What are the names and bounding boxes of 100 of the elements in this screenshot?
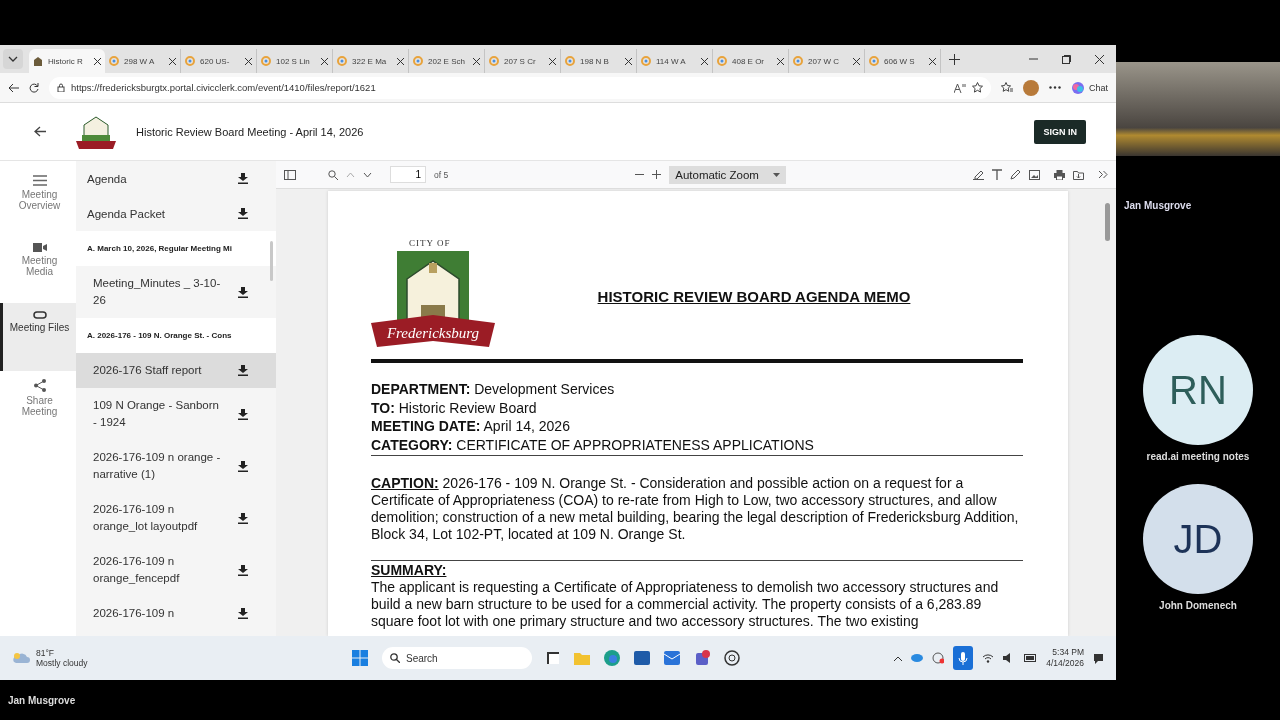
- close-icon[interactable]: [473, 57, 480, 65]
- download-icon[interactable]: [238, 608, 248, 619]
- close-icon[interactable]: [929, 57, 936, 65]
- memo-field: TO: Historic Review Board: [371, 398, 1024, 417]
- city-seal-logo: CITY OF Fredericksburg: [371, 235, 495, 357]
- star-icon[interactable]: [972, 82, 983, 93]
- back-arrow-icon[interactable]: [34, 126, 46, 137]
- wifi-icon[interactable]: [982, 653, 995, 663]
- task-view-icon[interactable]: [546, 651, 560, 665]
- browser-icon[interactable]: [604, 650, 620, 666]
- text-tool-icon[interactable]: [992, 169, 1002, 180]
- tab-list-button[interactable]: [3, 49, 23, 69]
- circle-app-icon[interactable]: [724, 650, 740, 666]
- nav-item[interactable]: Share Meeting: [0, 371, 76, 439]
- close-icon[interactable]: [549, 57, 556, 65]
- print-icon[interactable]: [1054, 169, 1065, 180]
- back-icon[interactable]: [8, 82, 19, 93]
- paperclip-icon: [32, 311, 47, 319]
- globe-pin-icon: [413, 56, 423, 66]
- file-item[interactable]: 2026-176-109 n orange_fencepdf: [76, 544, 276, 596]
- close-icon[interactable]: [321, 57, 328, 65]
- notification-icon[interactable]: [1093, 652, 1104, 664]
- microphone-icon[interactable]: [953, 646, 974, 670]
- caret-icon: [772, 172, 780, 177]
- file-item[interactable]: 2026-176-109 n orange_lot layoutpdf: [76, 492, 276, 544]
- lock-icon[interactable]: [57, 83, 65, 92]
- participant-avatar: JD: [1143, 484, 1253, 594]
- download-icon[interactable]: [238, 460, 248, 472]
- file-item[interactable]: 109 N Orange - Sanborn - 1924: [76, 388, 276, 440]
- save-icon[interactable]: [1073, 169, 1084, 180]
- close-icon[interactable]: [397, 57, 404, 65]
- cloud-icon[interactable]: [911, 654, 924, 662]
- favorites-icon[interactable]: [1001, 82, 1013, 93]
- image-icon[interactable]: [1029, 169, 1040, 180]
- teams-icon[interactable]: [694, 650, 710, 666]
- globe-pin-icon: [869, 56, 879, 66]
- download-icon[interactable]: [238, 365, 248, 376]
- file-item[interactable]: Meeting_Minutes _ 3-10-26: [76, 266, 276, 318]
- file-item[interactable]: Agenda: [76, 161, 276, 196]
- close-icon[interactable]: [169, 57, 176, 65]
- read-aloud-icon[interactable]: [954, 82, 966, 93]
- globe-pin-icon: [565, 56, 575, 66]
- weather-text: Mostly cloudy: [36, 658, 88, 668]
- share-icon: [33, 379, 46, 392]
- file-item[interactable]: 2026-176-109 n: [76, 596, 276, 631]
- sidebar-toggle-icon[interactable]: [284, 169, 296, 180]
- globe-pin-icon: [717, 56, 727, 66]
- browser-tab[interactable]: Historic R: [29, 49, 105, 73]
- summary-heading: SUMMARY:: [371, 562, 448, 579]
- sign-in-button[interactable]: SIGN IN: [1034, 119, 1086, 144]
- chat-button[interactable]: Chat: [1071, 80, 1108, 95]
- page-number-field[interactable]: 1: [390, 166, 426, 183]
- download-icon[interactable]: [238, 286, 248, 298]
- double-chevron-icon[interactable]: [1098, 170, 1108, 179]
- close-icon[interactable]: [94, 57, 101, 65]
- memo-title: HISTORIC REVIEW BOARD AGENDA MEMO: [596, 287, 912, 305]
- download-icon[interactable]: [238, 512, 248, 524]
- next-page-icon[interactable]: [363, 171, 372, 178]
- nav-item[interactable]: Meeting Media: [0, 235, 76, 303]
- close-icon[interactable]: [245, 57, 252, 65]
- clock-date: 4/14/2026: [1046, 658, 1084, 669]
- download-icon[interactable]: [238, 173, 248, 184]
- address-bar[interactable]: https://fredericksburgtx.portal.civicclerk.com/event/1410/files/report/1621: [49, 76, 991, 99]
- app-tray-icon[interactable]: [932, 652, 945, 664]
- nav-item[interactable]: Meeting Files: [0, 303, 76, 371]
- highlight-pen-icon[interactable]: [973, 169, 984, 180]
- file-item[interactable]: Agenda Packet: [76, 196, 276, 231]
- scrollbar-thumb[interactable]: [270, 241, 273, 281]
- clock-time: 5:34 PM: [1051, 647, 1084, 658]
- summary-paragraph: The applicant is requesting a Certificate of Appropriateness to demolish two accessory structures and build a new barn structure to be used for a commercial activity. The property consists of a 6,283.89 square foot lot with one primary structure and two accessory structures. The two existing: [371, 579, 1000, 630]
- new-tab-icon[interactable]: [949, 53, 960, 65]
- battery-icon[interactable]: [1024, 654, 1038, 662]
- restore-icon[interactable]: [1062, 54, 1071, 64]
- pencil-icon[interactable]: [1010, 169, 1021, 180]
- more-icon[interactable]: [1049, 86, 1061, 89]
- scrollbar-thumb[interactable]: [1105, 203, 1110, 241]
- presenter-name: Jan Musgrove: [7, 693, 77, 708]
- reload-icon[interactable]: [29, 82, 39, 93]
- mail-icon[interactable]: [664, 651, 680, 665]
- download-icon[interactable]: [238, 564, 248, 576]
- circles-logo-icon: [1071, 80, 1085, 95]
- globe-pin-icon: [793, 56, 803, 66]
- file-item[interactable]: 2026-176-109 n orange - narrative (1): [76, 440, 276, 492]
- chevron-up-icon[interactable]: [894, 655, 903, 661]
- download-icon[interactable]: [238, 208, 248, 219]
- search-icon[interactable]: [328, 169, 338, 180]
- zoom-in-icon[interactable]: [652, 170, 662, 179]
- close-icon[interactable]: [701, 57, 708, 65]
- file-item[interactable]: 2026-176 Staff report: [76, 353, 276, 388]
- participant-name: Jan Musgrove: [1124, 200, 1192, 211]
- close-icon[interactable]: [625, 57, 632, 65]
- close-icon[interactable]: [1095, 54, 1104, 64]
- zoom-dropdown[interactable]: Automatic Zoom: [669, 165, 786, 184]
- nav-item[interactable]: Meeting Overview: [0, 167, 76, 235]
- meeting-title: Historic Review Board Meeting - April 14, 2026: [136, 125, 364, 138]
- taskbar-search[interactable]: Search: [382, 647, 532, 669]
- close-icon[interactable]: [853, 57, 860, 65]
- download-icon[interactable]: [238, 408, 248, 420]
- profile-avatar[interactable]: [1023, 79, 1039, 96]
- close-icon[interactable]: [777, 57, 784, 65]
